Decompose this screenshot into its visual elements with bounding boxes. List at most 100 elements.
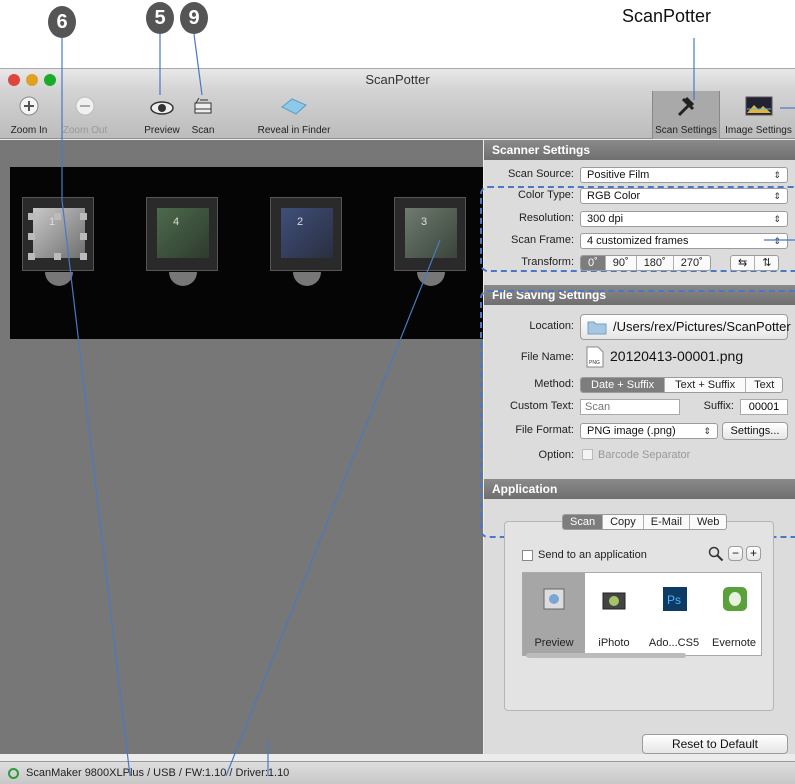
popup-arrows-icon: ⇕ <box>703 426 711 436</box>
popup-arrows-icon: ⇕ <box>773 191 781 201</box>
scan-settings-button[interactable]: Scan Settings <box>652 91 720 139</box>
file-name-label: File Name: <box>520 351 574 363</box>
folder-icon <box>587 321 607 335</box>
preview-button[interactable]: Preview <box>140 91 184 139</box>
screenshot-root: 6 5 9 ScanPotter ScanPotter Zoom In Zoom… <box>0 0 795 784</box>
application-tabs[interactable]: Scan Copy E-Mail Web <box>562 514 728 530</box>
application-header: Application <box>484 479 795 499</box>
selection-handle[interactable] <box>54 213 61 220</box>
selection-handle[interactable] <box>80 213 87 220</box>
selection-handle[interactable] <box>54 253 61 260</box>
selection-handle[interactable] <box>28 233 35 240</box>
image-settings-label: Image Settings <box>725 125 792 136</box>
reveal-in-finder-button[interactable]: Reveal in Finder <box>254 91 334 139</box>
image-settings-button[interactable]: Image Settings <box>722 91 795 139</box>
popup-arrows-icon: ⇕ <box>773 214 781 224</box>
selection-handle[interactable] <box>28 213 35 220</box>
scan-settings-label: Scan Settings <box>655 125 717 136</box>
zoom-in-button[interactable]: Zoom In <box>6 91 52 139</box>
app-window: ScanPotter Zoom In Zoom Out Preview Scan <box>0 68 795 784</box>
close-window-button[interactable] <box>8 74 20 86</box>
resolution-popup[interactable]: 300 dpi ⇕ <box>580 211 788 227</box>
settings-sidebar: Scanner Settings Scan Source: Positive F… <box>480 140 795 754</box>
reset-to-default-button[interactable]: Reset to Default <box>642 734 788 754</box>
flip-horizontal-icon[interactable]: ⇆ <box>731 256 756 270</box>
minimize-window-button[interactable] <box>26 74 38 86</box>
method-text-suffix[interactable]: Text + Suffix <box>665 378 747 392</box>
app-label-evernote: Evernote <box>711 637 757 649</box>
status-text: ScanMaker 9800XLPlus / USB / FW:1.10 / D… <box>26 767 290 779</box>
zoom-out-label: Zoom Out <box>62 125 108 136</box>
tab-email[interactable]: E-Mail <box>644 515 690 529</box>
frame-number: 3 <box>421 216 428 228</box>
app-label-iphoto: iPhoto <box>598 637 630 649</box>
transform-180[interactable]: 180˚ <box>637 256 674 270</box>
svg-text:Ps: Ps <box>667 593 681 607</box>
send-to-app-checkbox[interactable] <box>522 550 533 561</box>
resolution-value: 300 dpi <box>587 213 624 225</box>
suffix-input[interactable]: 00001 <box>740 399 788 415</box>
preview-label: Preview <box>144 125 180 136</box>
color-type-label: Color Type: <box>517 189 574 201</box>
frame-tab <box>45 272 73 286</box>
tab-web[interactable]: Web <box>690 515 726 529</box>
zoom-out-icon <box>75 96 95 116</box>
format-settings-button[interactable]: Settings... <box>722 422 788 440</box>
preview-area[interactable]: 1 4 2 3 <box>0 140 483 754</box>
zoom-out-button[interactable]: Zoom Out <box>58 91 112 139</box>
film-frame[interactable]: 2 <box>270 197 342 286</box>
transform-90[interactable]: 90˚ <box>606 256 637 270</box>
tab-scan[interactable]: Scan <box>563 515 604 529</box>
add-app-button[interactable]: + <box>746 546 761 561</box>
search-icon[interactable] <box>708 546 724 562</box>
transform-0[interactable]: 0˚ <box>581 256 606 270</box>
location-label: Location: <box>529 320 574 332</box>
selection-handle[interactable] <box>80 233 87 240</box>
status-bar: ScanMaker 9800XLPlus / USB / FW:1.10 / D… <box>0 761 795 784</box>
method-date-suffix[interactable]: Date + Suffix <box>581 378 666 392</box>
callout-5: 5 <box>146 2 174 34</box>
toolbar: Zoom In Zoom Out Preview Scan Reveal in … <box>0 91 795 139</box>
transform-segmented[interactable]: 0˚ 90˚ 180˚ 270˚ <box>580 255 711 271</box>
send-to-app-label: Send to an application <box>538 549 647 561</box>
method-segmented[interactable]: Date + Suffix Text + Suffix Text <box>580 377 784 393</box>
window-title: ScanPotter <box>365 72 430 87</box>
photoshop-app-icon[interactable]: Ps <box>661 585 689 613</box>
app-list-scrollbar[interactable] <box>526 653 686 658</box>
selection-handle[interactable] <box>28 253 35 260</box>
connection-status-icon <box>8 768 19 779</box>
flip-vertical-icon[interactable]: ⇅ <box>755 256 778 270</box>
zoom-window-button[interactable] <box>44 74 56 86</box>
barcode-checkbox[interactable] <box>582 449 593 460</box>
transform-270[interactable]: 270˚ <box>674 256 710 270</box>
scan-source-label: Scan Source: <box>507 168 574 180</box>
image-settings-icon <box>745 96 772 116</box>
remove-app-button[interactable]: − <box>728 546 743 561</box>
app-label-photoshop: Ado...CS5 <box>648 637 700 649</box>
evernote-app-icon[interactable] <box>721 585 749 613</box>
popup-arrows-icon: ⇕ <box>773 170 781 180</box>
file-format-value: PNG image (.png) <box>587 425 676 437</box>
location-value: /Users/rex/Pictures/ScanPotter <box>613 319 791 334</box>
scanner-icon <box>194 97 212 114</box>
tab-copy[interactable]: Copy <box>603 515 644 529</box>
frame-tab <box>169 272 197 286</box>
method-text[interactable]: Text <box>746 378 782 392</box>
option-label: Option: <box>538 449 574 461</box>
film-frame[interactable]: 4 <box>146 197 218 286</box>
scan-source-popup[interactable]: Positive Film ⇕ <box>580 167 788 183</box>
location-button[interactable]: /Users/rex/Pictures/ScanPotter <box>580 314 791 340</box>
color-type-popup[interactable]: RGB Color ⇕ <box>580 188 788 204</box>
png-file-icon: PNG <box>586 346 604 368</box>
scan-frame-popup[interactable]: 4 customized frames ⇕ <box>580 233 788 249</box>
preview-app-icon <box>543 588 565 610</box>
flip-segmented[interactable]: ⇆ ⇅ <box>730 255 780 271</box>
file-format-popup[interactable]: PNG image (.png) ⇕ <box>580 423 718 439</box>
scan-button[interactable]: Scan <box>186 91 220 139</box>
frame-tab <box>293 272 321 286</box>
iphoto-app-icon[interactable] <box>600 585 628 613</box>
selection-handle[interactable] <box>80 253 87 260</box>
frame-number: 4 <box>173 216 180 228</box>
custom-text-input[interactable] <box>580 399 680 415</box>
film-frame[interactable]: 3 <box>394 197 466 286</box>
